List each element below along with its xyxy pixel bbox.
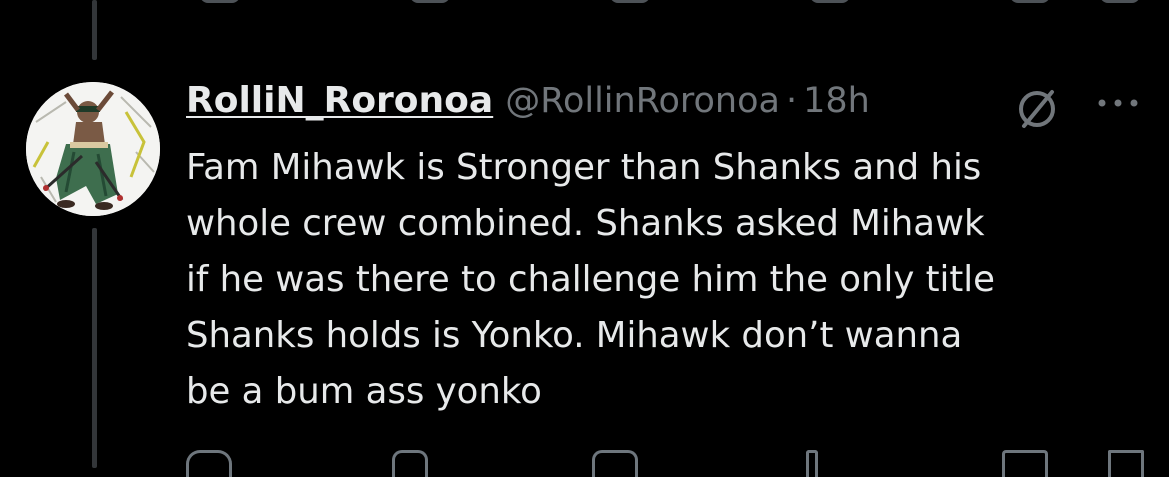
previous-tweet-actions (0, 0, 1169, 4)
bookmark-icon[interactable] (1010, 0, 1050, 3)
user-handle[interactable]: @RollinRoronoa (505, 81, 780, 121)
like-icon[interactable] (592, 450, 638, 477)
reply-icon[interactable] (200, 0, 240, 3)
share-icon[interactable] (1100, 0, 1140, 3)
more-dots-icon[interactable] (1094, 88, 1142, 118)
reply-icon[interactable] (186, 450, 232, 477)
share-icon[interactable] (1108, 450, 1144, 477)
thread-line-top (92, 0, 97, 60)
slashed-circle-icon[interactable] (1014, 86, 1060, 132)
display-name[interactable]: RolliN_Roronoa (186, 80, 493, 121)
timestamp[interactable]: 18h (803, 81, 870, 121)
retweet-icon[interactable] (410, 0, 450, 3)
separator-dot: · (785, 81, 798, 121)
bookmark-icon[interactable] (1002, 450, 1048, 477)
retweet-icon[interactable] (392, 450, 428, 477)
views-icon[interactable] (810, 0, 850, 3)
views-icon[interactable] (806, 450, 818, 477)
thread-line-bottom (92, 228, 97, 468)
tweet-text: Fam Mihawk is Stronger than Shanks and h… (186, 147, 996, 412)
like-icon[interactable] (610, 0, 650, 3)
avatar-image (26, 82, 160, 216)
tweet-header: RolliN_Roronoa @RollinRoronoa · 18h (186, 80, 870, 132)
avatar[interactable] (26, 82, 160, 216)
